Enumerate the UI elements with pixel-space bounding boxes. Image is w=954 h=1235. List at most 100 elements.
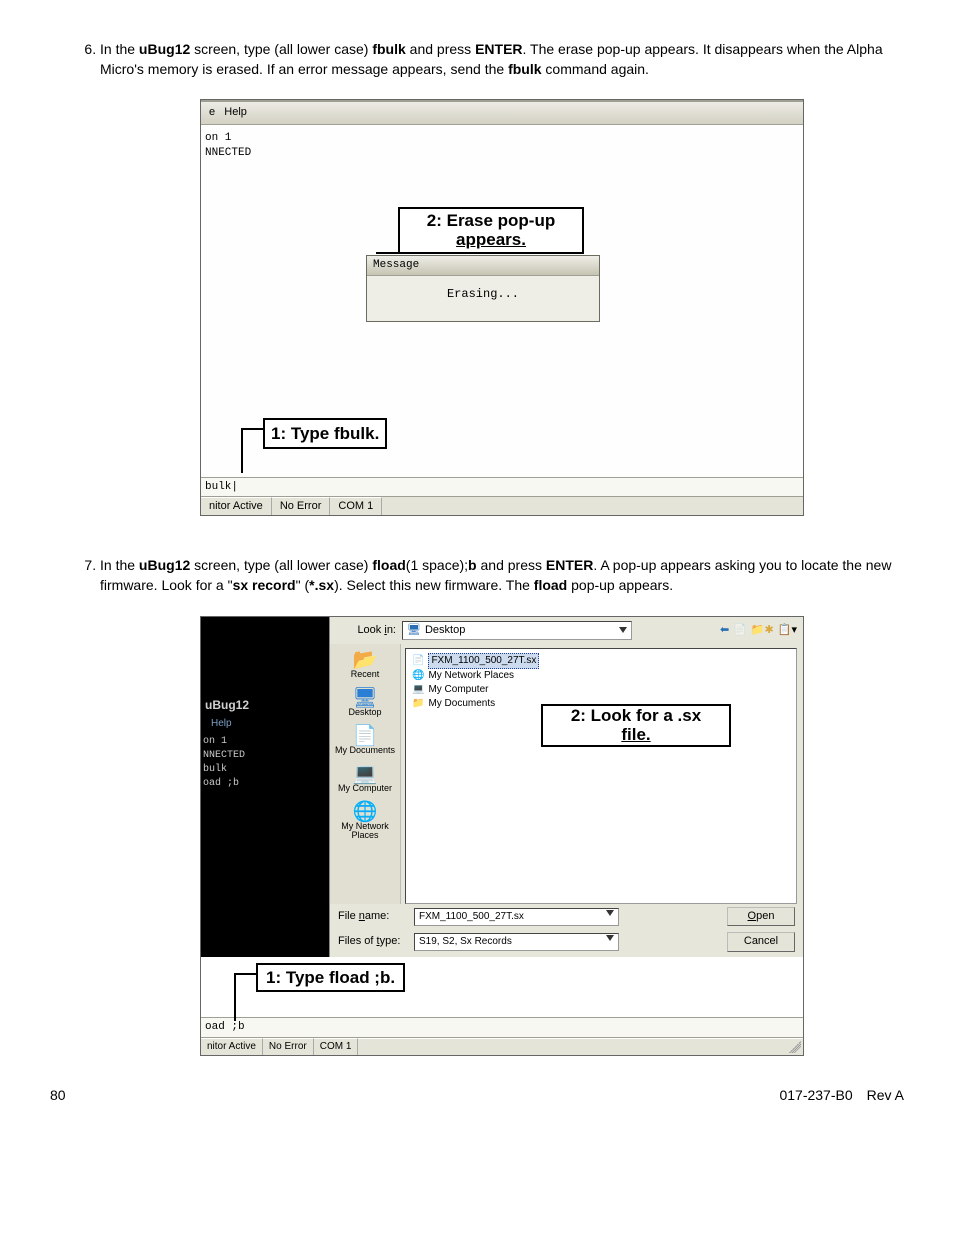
place-label: My Network Places	[341, 822, 389, 842]
computer-icon: 💻	[338, 764, 392, 784]
terminal-line: NNECTED	[205, 146, 799, 161]
terminal-line: on 1	[203, 735, 245, 749]
place-mydocs[interactable]: 📄My Documents	[335, 726, 395, 756]
status-monitor: nitor Active	[201, 1038, 263, 1055]
screenshot-1: e Help on 1 NNECTED 2: Erase pop-up appe…	[200, 99, 804, 516]
app-name: uBug12	[139, 557, 190, 573]
command-input[interactable]: bulk|	[201, 477, 803, 496]
filetype-value: S19, S2, Sx Records	[419, 935, 512, 949]
screenshot-2: uBug12 Help on 1 NNECTED bulk oad ;b Loo…	[200, 616, 804, 1056]
enter-key: ENTER	[475, 41, 522, 57]
filetype-field[interactable]: S19, S2, Sx Records	[414, 933, 619, 951]
place-mycomp[interactable]: 💻My Computer	[338, 764, 392, 794]
file-name: FXM_1100_500_27T.sx	[428, 653, 539, 669]
desktop-icon: 🖥	[348, 688, 381, 708]
terminal-line: on 1	[205, 131, 799, 146]
callout-line1: 2: Look for a .sx	[571, 706, 701, 725]
file-name: My Network Places	[428, 669, 514, 683]
t: (1 space);	[406, 557, 468, 573]
app-title: uBug12	[205, 697, 249, 714]
terminal-line: bulk	[203, 763, 245, 777]
callout-leader	[234, 973, 236, 1021]
back-icon[interactable]: ⬅	[720, 623, 729, 638]
page-number: 80	[50, 1086, 66, 1106]
terminal-line: NNECTED	[203, 749, 245, 763]
callout-erase-line2: appears.	[456, 230, 526, 249]
place-label: My Documents	[335, 746, 395, 756]
status-error: No Error	[263, 1038, 314, 1055]
place-recent[interactable]: 📂Recent	[351, 650, 380, 680]
callout-erase: 2: Erase pop-up appears.	[398, 207, 584, 254]
cancel-button[interactable]: Cancel	[727, 932, 795, 951]
callout-leader	[376, 252, 398, 254]
t: ). Select this new firmware. The	[334, 577, 534, 593]
place-label: Desktop	[348, 708, 381, 718]
computer-icon: 💻	[412, 683, 424, 697]
file-name: My Computer	[428, 683, 488, 697]
place-label: Recent	[351, 670, 380, 680]
menu-bar: e Help	[201, 100, 803, 124]
command-input[interactable]: oad ;b	[201, 1017, 803, 1037]
file-list[interactable]: 📄FXM_1100_500_27T.sx 🌐My Network Places …	[405, 648, 797, 904]
message-title: Message	[367, 256, 599, 276]
callout-leader	[241, 428, 263, 430]
cmd-fbulk2: fbulk	[508, 61, 541, 77]
place-label: My Computer	[338, 784, 392, 794]
status-error: No Error	[272, 497, 331, 515]
callout-look-sx: 2: Look for a .sx file.	[541, 704, 731, 747]
file-name: My Documents	[428, 697, 495, 711]
sx-ext: *.sx	[309, 577, 334, 593]
t: and press	[477, 557, 546, 573]
step6-text: In the uBug12 screen, type (all lower ca…	[100, 41, 883, 77]
terminal-area: on 1 NNECTED 2: Erase pop-up appears. Me…	[201, 125, 803, 477]
resize-grip-icon[interactable]	[789, 1041, 801, 1053]
help-link[interactable]: Help	[211, 717, 232, 731]
file-item-selected[interactable]: 📄 FXM_1100_500_27T.sx	[412, 653, 790, 669]
sx-record: sx record	[233, 577, 296, 593]
t: In the	[100, 41, 139, 57]
callout-type-fload: 1: Type fload ;b.	[256, 963, 405, 993]
place-desktop[interactable]: 🖥Desktop	[348, 688, 381, 718]
place-mynet[interactable]: 🌐My Network Places	[341, 802, 389, 842]
t: command again.	[542, 61, 649, 77]
status-com: COM 1	[314, 1038, 359, 1055]
network-icon: 🌐	[341, 802, 389, 822]
lookin-dropdown[interactable]: 🖥 Desktop	[402, 621, 632, 640]
t: and press	[406, 41, 475, 57]
step-6: In the uBug12 screen, type (all lower ca…	[100, 40, 904, 516]
doc-revision: 017-237-B0 Rev A	[779, 1086, 904, 1106]
page-footer: 80 017-237-B0 Rev A	[50, 1086, 904, 1106]
menu-help[interactable]: Help	[224, 106, 247, 118]
cmd-b: b	[468, 557, 477, 573]
callout-leader	[234, 973, 256, 975]
t: screen, type (all lower case)	[190, 557, 372, 573]
status-bar: nitor Active No Error COM 1	[201, 496, 803, 515]
filename-label: File name:	[338, 909, 406, 924]
places-bar: 📂Recent 🖥Desktop 📄My Documents 💻My Compu…	[330, 644, 401, 904]
open-button[interactable]: Open	[727, 907, 795, 926]
file-item[interactable]: 🌐My Network Places	[412, 669, 790, 683]
enter-key: ENTER	[546, 557, 593, 573]
status-monitor: nitor Active	[201, 497, 272, 515]
file-icon: 📄	[412, 654, 424, 668]
filename-field[interactable]: FXM_1100_500_27T.sx	[414, 908, 619, 926]
chevron-down-icon	[606, 910, 614, 916]
terminal-text: on 1 NNECTED bulk oad ;b	[203, 735, 245, 791]
app-name: uBug12	[139, 41, 190, 57]
menu-e[interactable]: e	[209, 106, 215, 118]
message-box: Message Erasing...	[366, 255, 600, 322]
cmd-fbulk: fbulk	[372, 41, 405, 57]
callout-line2: file.	[621, 725, 650, 744]
new-folder-icon[interactable]: 📁✱	[751, 623, 774, 638]
t: Look in:	[357, 624, 396, 636]
view-menu-icon[interactable]: 📋▾	[778, 623, 797, 638]
up-icon[interactable]: 📄	[733, 623, 747, 638]
status-com: COM 1	[330, 497, 382, 515]
desktop-icon: 🖥	[407, 623, 421, 638]
filetype-label: Files of type:	[338, 934, 406, 949]
file-item[interactable]: 💻 My Computer	[412, 683, 790, 697]
status-bar: nitor Active No Error COM 1	[201, 1037, 803, 1055]
t: screen, type (all lower case)	[190, 41, 372, 57]
left-terminal-panel: uBug12 Help on 1 NNECTED bulk oad ;b	[201, 617, 329, 957]
cmd-fload2: fload	[534, 577, 567, 593]
